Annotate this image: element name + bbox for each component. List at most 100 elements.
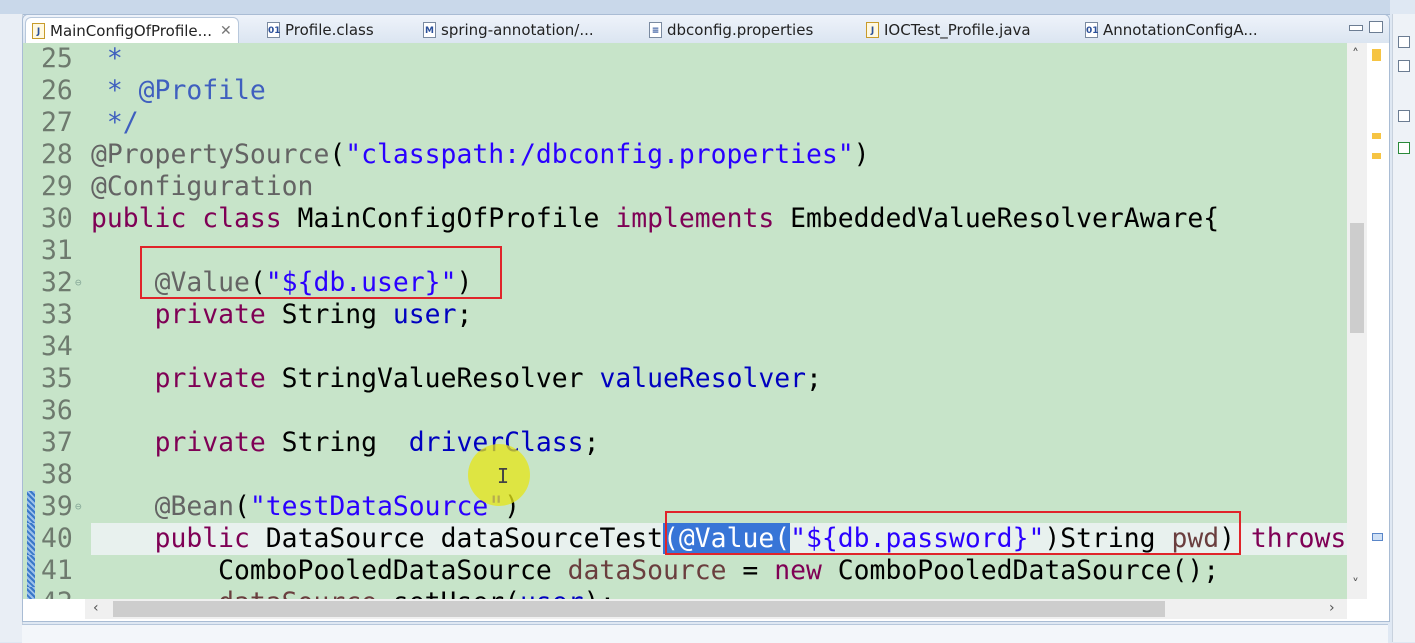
tab-spring-annotation-pom[interactable]: M spring-annotation/...	[423, 17, 594, 43]
code-text: private StringValueResolver valueResolve…	[91, 363, 822, 395]
class-file-icon: 01	[1085, 22, 1099, 38]
code-token: private	[154, 427, 266, 458]
warning-marker[interactable]	[1372, 49, 1381, 61]
code-line[interactable]: 41 ComboPooledDataSource dataSource = ne…	[23, 555, 1347, 587]
java-file-icon: J	[32, 23, 45, 39]
code-text: ComboPooledDataSource dataSource = new C…	[91, 555, 1219, 587]
code-line[interactable]: 30 public class MainConfigOfProfile imple…	[23, 203, 1347, 235]
line-number: 38	[41, 459, 73, 490]
occurrence-marker[interactable]	[1372, 533, 1383, 541]
tab-annotationconfig[interactable]: 01 AnnotationConfigA...	[1085, 17, 1258, 43]
code-line[interactable]: 35 private StringValueResolver valueReso…	[23, 363, 1347, 395]
code-line[interactable]: 26 * @Profile	[23, 75, 1347, 107]
code-line[interactable]: 42 dataSource.setUser(user);	[23, 587, 1347, 599]
line-number: 29	[41, 171, 73, 202]
tab-label: spring-annotation/...	[441, 21, 594, 39]
scroll-up-icon[interactable]: ˄	[1352, 47, 1359, 63]
code-line[interactable]: 28 @PropertySource("classpath:/dbconfig.p…	[23, 139, 1347, 171]
code-line[interactable]: 33 private String user;	[23, 299, 1347, 331]
change-marker	[27, 491, 35, 523]
code-text: @Configuration	[91, 171, 313, 203]
scroll-left-icon[interactable]: ‹	[93, 600, 99, 616]
code-text: @Bean("testDataSource")	[91, 491, 520, 523]
code-token: .setUser(	[377, 587, 520, 599]
line-number: 35	[41, 363, 73, 394]
code-line[interactable]: 38	[23, 459, 1347, 491]
code-text: private String user;	[91, 299, 473, 331]
vertical-scroll-thumb[interactable]	[1350, 223, 1364, 333]
restore-icon[interactable]	[1398, 36, 1410, 48]
code-token: ;	[806, 363, 822, 394]
class-file-icon: 01	[267, 22, 281, 38]
view-icon[interactable]	[1398, 110, 1410, 122]
code-token: * @Profile	[91, 75, 266, 106]
code-line[interactable]: 25 *	[23, 43, 1347, 75]
tab-label: AnnotationConfigA...	[1103, 21, 1258, 39]
line-number: 25	[41, 43, 73, 74]
code-token: ;	[583, 427, 600, 458]
close-tab-icon[interactable]: ✕	[220, 23, 232, 39]
code-token: private	[154, 299, 266, 330]
code-line[interactable]: 27 */	[23, 107, 1347, 139]
tab-profile-class[interactable]: 01 Profile.class	[267, 17, 374, 43]
task-icon[interactable]	[1398, 142, 1410, 154]
maximize-icon[interactable]	[1369, 21, 1383, 33]
tab-ioctest-profile[interactable]: J IOCTest_Profile.java	[866, 17, 1031, 43]
horizontal-scrollbar[interactable]: ‹ ›	[85, 599, 1347, 619]
change-marker	[27, 523, 35, 555]
code-token: (	[234, 491, 250, 522]
tab-label: dbconfig.properties	[667, 21, 814, 39]
code-line[interactable]: 34	[23, 331, 1347, 363]
bottom-panel-tabs	[22, 624, 1388, 643]
code-text: *	[91, 43, 123, 75]
fold-toggle-icon[interactable]: ⊖	[75, 491, 82, 523]
editor-tab-bar: J MainConfigOfProfile... ✕ 01 Profile.cl…	[23, 15, 1389, 44]
code-token: StringValueResolver	[265, 363, 600, 394]
horizontal-scroll-thumb[interactable]	[113, 601, 1165, 617]
tab-label: IOCTest_Profile.java	[884, 21, 1031, 39]
code-line[interactable]: 36	[23, 395, 1347, 427]
code-token: ComboPooledDataSource();	[821, 555, 1220, 586]
warning-marker[interactable]	[1372, 133, 1381, 139]
code-token: public	[154, 523, 250, 554]
code-token: String	[265, 427, 409, 458]
code-token: )	[853, 139, 870, 170]
overview-ruler	[1367, 43, 1389, 599]
left-trim	[0, 14, 23, 642]
scroll-down-icon[interactable]: ˅	[1352, 577, 1359, 593]
tab-label: MainConfigOfProfile...	[50, 22, 212, 40]
fold-toggle-icon[interactable]: ⊖	[75, 267, 82, 299]
code-token: user	[392, 299, 457, 330]
code-token: );	[584, 587, 616, 599]
highlight-box-db-password	[665, 511, 1241, 555]
code-text: public class MainConfigOfProfile impleme…	[91, 203, 1219, 235]
line-number: 26	[41, 75, 73, 106]
code-text: private String driverClass;	[91, 427, 600, 459]
maven-pom-icon: M	[423, 22, 436, 38]
vertical-scrollbar[interactable]: ˄ ˅	[1347, 43, 1367, 599]
code-text: */	[91, 107, 139, 139]
code-token: (	[329, 139, 346, 170]
line-number: 28	[41, 139, 73, 170]
code-line[interactable]: 29 @Configuration	[23, 171, 1347, 203]
line-number: 42	[41, 587, 81, 599]
minimize-icon[interactable]	[1349, 25, 1363, 31]
tab-dbconfig-properties[interactable]: ≡ dbconfig.properties	[649, 17, 813, 43]
warning-marker[interactable]	[1372, 153, 1381, 159]
code-token: implements	[615, 203, 775, 234]
code-line[interactable]: 37 private String driverClass;	[23, 427, 1347, 459]
code-token: dataSource	[567, 555, 727, 586]
view-icon[interactable]	[1398, 60, 1410, 72]
java-file-icon: J	[866, 22, 879, 38]
scroll-right-icon[interactable]: ›	[1329, 600, 1335, 616]
code-text: dataSource.setUser(user);	[91, 587, 615, 599]
line-number: 27	[41, 107, 73, 138]
line-number: 33	[41, 299, 73, 330]
tab-mainconfigofprofile[interactable]: J MainConfigOfProfile... ✕	[25, 17, 239, 44]
